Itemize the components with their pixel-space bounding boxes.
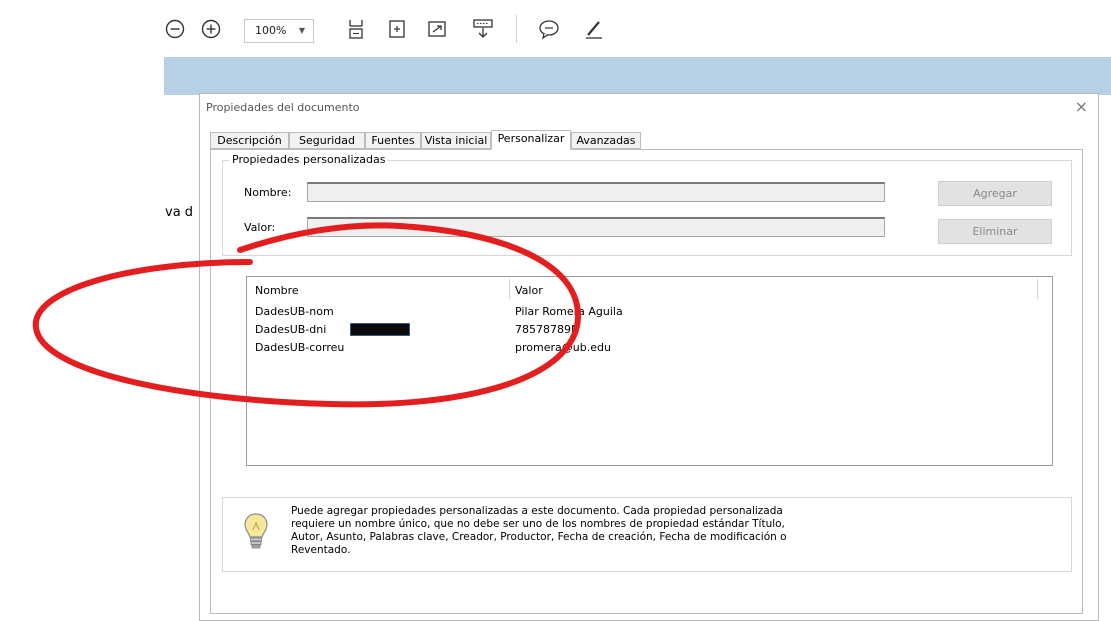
tab-fuentes[interactable]: Fuentes [365, 132, 421, 149]
highlight-pen-icon[interactable] [583, 18, 605, 40]
zoom-in-icon[interactable] [200, 18, 222, 40]
row-name: DadesUB-correu [255, 341, 345, 354]
info-box: Puede agregar propiedades personalizadas… [222, 497, 1072, 572]
name-label: Nombre: [244, 186, 292, 199]
read-mode-icon[interactable] [472, 18, 494, 40]
redaction-box [350, 323, 410, 336]
tab-seguridad[interactable]: Seguridad [289, 132, 365, 149]
info-text: Puede agregar propiedades personalizadas… [291, 505, 787, 556]
value-field[interactable] [307, 217, 885, 237]
add-button[interactable]: Agregar [938, 181, 1052, 206]
chevron-down-icon: ▼ [298, 26, 305, 35]
document-header-bar [164, 57, 1111, 95]
fit-width-icon[interactable] [386, 18, 408, 40]
tab-vista-inicial[interactable]: Vista inicial [421, 132, 491, 149]
row-value: promera@ub.edu [515, 341, 611, 354]
column-header-value[interactable]: Valor [515, 284, 543, 297]
name-field[interactable] [307, 182, 885, 202]
column-divider[interactable] [509, 279, 510, 299]
list-item[interactable]: DadesUB-correu promera@ub.edu [247, 339, 1052, 357]
personalizar-panel: Propiedades personalizadas Nombre: Valor… [210, 149, 1083, 614]
tab-descripcion[interactable]: Descripción [210, 132, 289, 149]
column-header-name[interactable]: Nombre [255, 284, 299, 297]
zoom-value: 100% [255, 24, 287, 37]
toolbar-separator [516, 15, 517, 43]
list-header: Nombre Valor [247, 277, 1052, 299]
row-value: 78578789N [515, 323, 580, 336]
document-properties-dialog: Propiedades del documento × Descripción … [199, 93, 1099, 621]
zoom-select[interactable]: 100% ▼ [244, 19, 314, 43]
tab-avanzadas[interactable]: Avanzadas [571, 132, 641, 149]
delete-button[interactable]: Eliminar [938, 219, 1052, 244]
lightbulb-icon [243, 512, 269, 552]
row-value: Pilar Romera Aguila [515, 305, 623, 318]
close-icon[interactable]: × [1075, 97, 1088, 116]
toolbar: 100% ▼ [164, 0, 1111, 58]
custom-properties-group: Propiedades personalizadas Nombre: Valor… [222, 153, 1072, 256]
row-name: DadesUB-nom [255, 305, 334, 318]
fit-page-icon[interactable] [345, 18, 367, 40]
group-title: Propiedades personalizadas [229, 153, 389, 166]
background-document-text: va d [165, 205, 194, 220]
value-label: Valor: [244, 221, 276, 234]
dialog-title: Propiedades del documento [206, 101, 360, 114]
comment-icon[interactable] [538, 18, 560, 40]
full-screen-icon[interactable] [426, 18, 448, 40]
zoom-out-icon[interactable] [164, 18, 186, 40]
list-item[interactable]: DadesUB-dni 78578789N [247, 321, 1052, 339]
tab-personalizar[interactable]: Personalizar [491, 130, 571, 150]
column-divider[interactable] [1037, 279, 1038, 299]
row-name: DadesUB-dni [255, 323, 327, 336]
list-item[interactable]: DadesUB-nom Pilar Romera Aguila [247, 303, 1052, 321]
properties-list[interactable]: Nombre Valor DadesUB-nom Pilar Romera Ag… [246, 276, 1053, 466]
